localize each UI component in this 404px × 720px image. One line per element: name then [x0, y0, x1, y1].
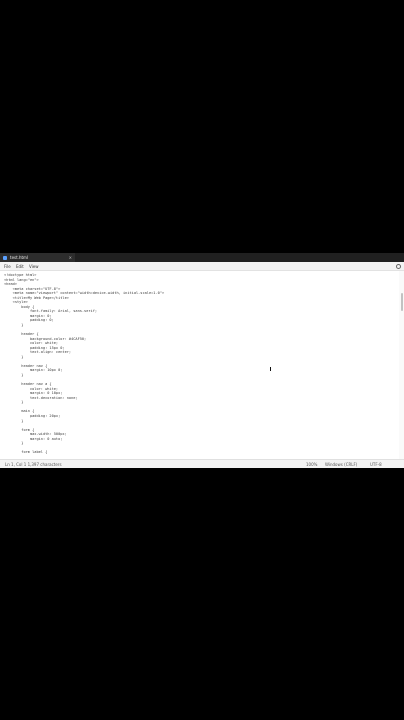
menu-view[interactable]: View: [29, 264, 39, 269]
status-cursor-position: Ln 1, Col 1 1,397 characters: [5, 462, 62, 467]
editor-text[interactable]: <!doctype html> <html lang="en"> <head> …: [4, 273, 164, 455]
scrollbar-thumb[interactable]: [401, 293, 403, 311]
vertical-scrollbar[interactable]: [399, 271, 404, 459]
tab-title: test.html: [10, 255, 29, 260]
notepad-window: test.html × File Edit View <!doctype htm…: [0, 253, 404, 468]
menu-file[interactable]: File: [4, 264, 11, 269]
text-cursor-icon: [270, 367, 271, 371]
tab-close-icon[interactable]: ×: [69, 255, 72, 260]
status-line-ending[interactable]: Windows (CRLF): [325, 462, 357, 467]
menu-edit[interactable]: Edit: [16, 264, 24, 269]
status-zoom[interactable]: 100%: [306, 462, 317, 467]
text-editor[interactable]: <!doctype html> <html lang="en"> <head> …: [0, 271, 399, 459]
status-bar: Ln 1, Col 1 1,397 characters 100% Window…: [0, 459, 404, 468]
status-encoding[interactable]: UTF-8: [370, 462, 382, 467]
gear-icon[interactable]: [396, 264, 401, 269]
menu-bar: File Edit View: [0, 262, 404, 271]
title-bar[interactable]: test.html ×: [0, 253, 404, 262]
tab-test-html[interactable]: test.html ×: [0, 253, 75, 262]
notepad-icon: [3, 255, 7, 260]
